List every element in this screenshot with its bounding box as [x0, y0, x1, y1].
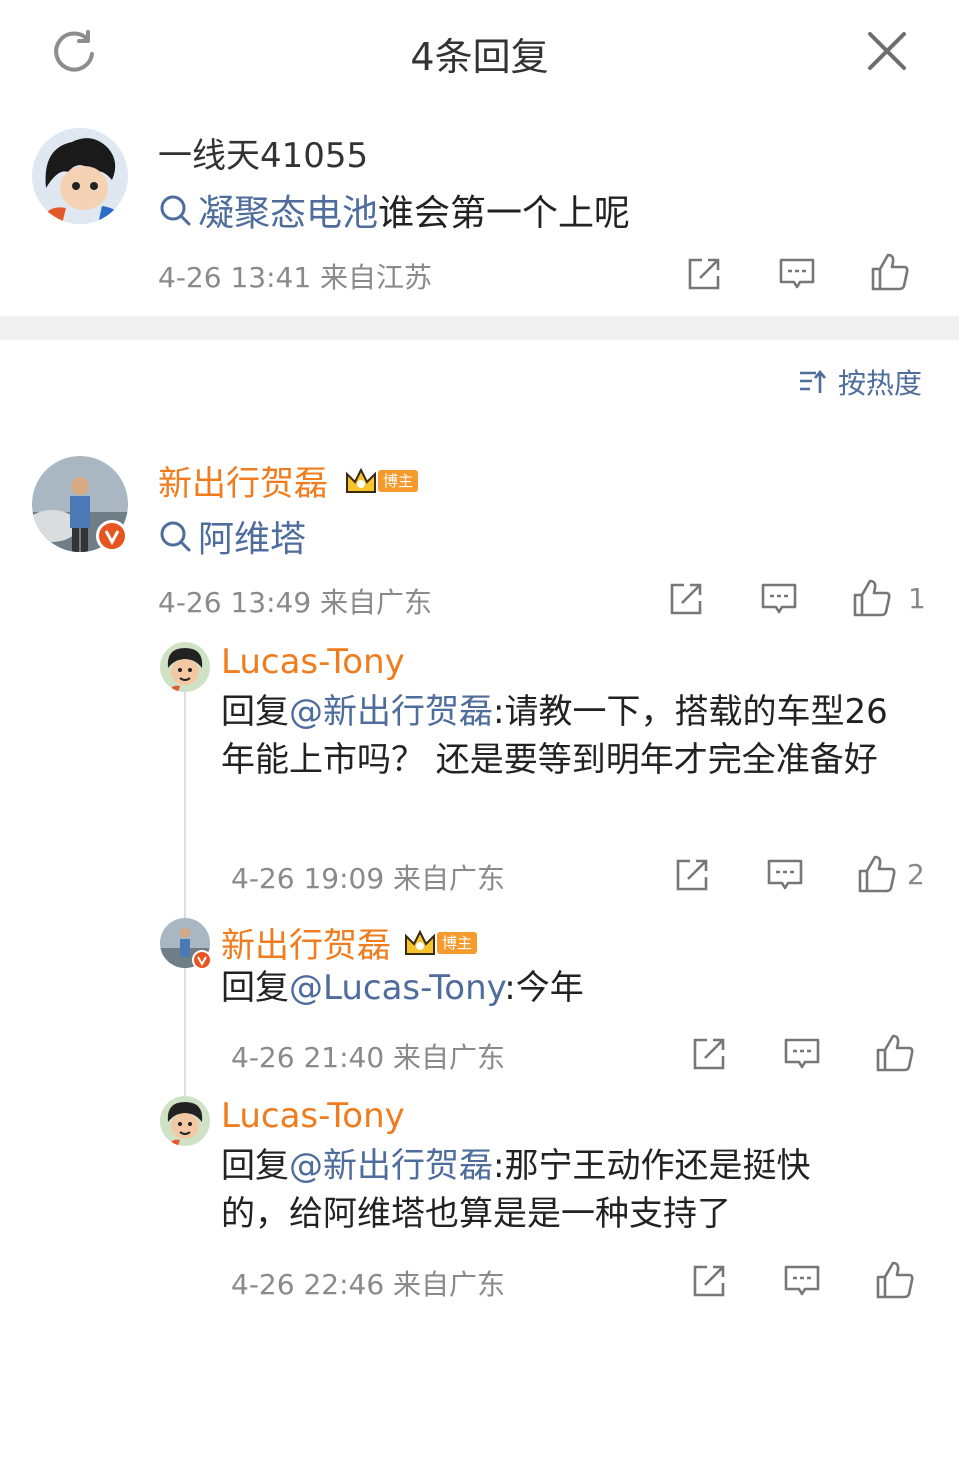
thumbs-up-icon: [858, 855, 896, 893]
reply-like-button[interactable]: [875, 1260, 915, 1304]
reply-prefix: 回复: [221, 1146, 289, 1186]
share-icon: [688, 258, 720, 290]
sort-label: 按热度: [838, 367, 923, 400]
mention-link[interactable]: @新出行贺磊: [289, 1146, 493, 1186]
crown-icon: [346, 467, 376, 493]
reply-text: 回复@新出行贺磊:请教一下，搭载的车型26年能上市吗？ 还是要等到明年才完全准备…: [221, 688, 921, 784]
topic-link[interactable]: 阿维塔: [158, 510, 306, 562]
topic-text: 阿维塔: [198, 519, 307, 560]
sort-icon: [800, 369, 826, 393]
main-username[interactable]: 新出行贺磊: [158, 456, 328, 505]
reply-timestamp: 4-26 19:09 来自广东: [231, 862, 506, 895]
root-body-text: 谁会第一个上呢: [378, 193, 631, 234]
reply-text: 回复@Lucas-Tony:今年: [221, 964, 921, 1012]
close-button[interactable]: [866, 30, 908, 72]
verified-badge: [192, 950, 212, 970]
reply-prefix: 回复: [221, 968, 289, 1008]
verified-badge: [96, 520, 128, 552]
sort-button[interactable]: 按热度: [798, 362, 922, 402]
thumbs-up-icon: [871, 253, 909, 291]
avatar[interactable]: [32, 128, 128, 224]
avatar[interactable]: [160, 1096, 210, 1146]
reply-comment-button[interactable]: [766, 857, 804, 897]
topic-link[interactable]: 凝聚态电池: [158, 184, 378, 236]
avatar[interactable]: [32, 456, 128, 552]
blogger-badge: 博主: [344, 466, 419, 496]
reply-text: 回复@新出行贺磊:那宁王动作还是挺快的，给阿维塔也算是是一种支持了: [221, 1142, 861, 1238]
share-icon: [670, 583, 702, 615]
root-username[interactable]: 一线天41055: [158, 128, 368, 177]
comment-icon: [784, 1265, 820, 1296]
verified-v-icon: [197, 956, 207, 967]
blogger-badge: 博主: [403, 928, 478, 958]
share-icon: [676, 859, 708, 891]
main-like-button[interactable]: 1: [852, 578, 926, 618]
reply-username[interactable]: 新出行贺磊: [221, 918, 391, 967]
comment-icon: [761, 583, 797, 614]
thumbs-up-icon: [876, 1261, 914, 1299]
search-icon: [160, 521, 191, 552]
avatar-image: [32, 128, 128, 224]
mention-link[interactable]: @新出行贺磊: [289, 692, 493, 732]
reply-body: :今年: [504, 968, 584, 1008]
main-user-row: 新出行贺磊 博主: [158, 456, 419, 505]
page-title: 4条回复: [410, 35, 549, 79]
reply-timestamp: 4-26 21:40 来自广东: [231, 1041, 506, 1074]
reply-username[interactable]: Lucas-Tony: [221, 642, 405, 682]
reply-timestamp: 4-26 22:46 来自广东: [231, 1268, 506, 1301]
main-timestamp: 4-26 13:49 来自广东: [158, 586, 433, 619]
badge-label: 博主: [437, 931, 478, 954]
reply-share-button[interactable]: [691, 1036, 727, 1076]
reply-username[interactable]: Lucas-Tony: [221, 1096, 405, 1136]
comment-icon: [784, 1038, 820, 1069]
like-count: 1: [908, 581, 926, 615]
reply-share-button[interactable]: [674, 857, 710, 897]
comment-icon: [767, 859, 803, 890]
root-timestamp: 4-26 13:41 来自江苏: [158, 261, 433, 294]
close-icon: [868, 32, 906, 70]
main-share-button[interactable]: [668, 581, 704, 621]
root-comment-text: 凝聚态电池 谁会第一个上呢: [158, 184, 630, 236]
mention-link[interactable]: @Lucas-Tony: [289, 968, 504, 1008]
reply-share-button[interactable]: [691, 1263, 727, 1303]
reply-comment-button[interactable]: [783, 1263, 821, 1303]
like-count: 2: [907, 857, 925, 891]
reply-like-button[interactable]: [875, 1033, 915, 1077]
reply-prefix: 回复: [221, 692, 289, 732]
root-comment-button[interactable]: [778, 256, 816, 296]
crown-icon: [405, 929, 435, 955]
avatar-image: [160, 1096, 210, 1146]
avatar[interactable]: [160, 918, 212, 970]
main-comment-button[interactable]: [760, 581, 798, 621]
avatar-image: [160, 642, 210, 692]
search-icon: [160, 195, 191, 226]
share-icon: [693, 1265, 725, 1297]
reply-user-row: 新出行贺磊 博主: [221, 918, 478, 967]
thread-line: [184, 680, 186, 1100]
comment-icon: [779, 258, 815, 289]
topic-text: 凝聚态电池: [198, 193, 379, 234]
thumbs-up-icon: [853, 579, 891, 617]
reply-comment-button[interactable]: [783, 1036, 821, 1076]
reply-like-button[interactable]: 2: [857, 854, 925, 894]
avatar[interactable]: [160, 642, 210, 692]
section-divider: [0, 316, 959, 340]
root-share-button[interactable]: [686, 256, 722, 296]
thumbs-up-icon: [876, 1034, 914, 1072]
badge-label: 博主: [378, 469, 419, 492]
share-icon: [693, 1038, 725, 1070]
root-like-button[interactable]: [870, 252, 910, 296]
verified-v-icon: [104, 530, 120, 546]
